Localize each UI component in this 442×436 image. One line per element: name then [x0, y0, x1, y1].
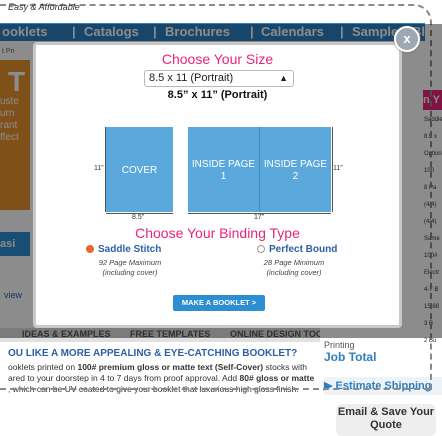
saddle-stitch-description: 92 Page Maximum (including cover) — [98, 258, 162, 277]
tagline: Easy & Affordable — [8, 2, 80, 12]
perfect-bound-option[interactable]: Perfect Bound — [257, 244, 337, 255]
estimate-shipping-button[interactable]: ▶ Estimate Shipping — [324, 377, 442, 395]
select-arrows-icon: ▲ — [279, 73, 288, 83]
saddle-stitch-option[interactable]: Saddle Stitch — [86, 244, 161, 255]
choose-size-title: Choose Your Size — [161, 51, 274, 67]
booklet-size-modal: Choose Your Size 8.5 x 11 (Portrait) ▲ 8… — [33, 42, 402, 328]
spread-width-label: 17” — [254, 214, 265, 221]
cover-page-preview: COVER — [106, 127, 173, 212]
job-total-label: Job Total — [324, 350, 377, 364]
choose-binding-title: Choose Your Binding Type — [135, 225, 300, 241]
radio-selected-icon[interactable] — [86, 245, 94, 253]
triangle-right-icon: ▶ — [324, 380, 336, 392]
radio-unselected-icon[interactable] — [257, 245, 265, 253]
email-save-quote-button[interactable]: Email & Save Your Quote — [336, 404, 436, 436]
height-label-left: 11” — [94, 165, 104, 172]
close-modal-button[interactable]: x — [394, 26, 420, 52]
cover-width-label: 8.5” — [132, 214, 145, 221]
height-label-right: 11” — [333, 165, 343, 172]
inside-page-2-preview: INSIDE PAGE 2 — [260, 127, 331, 212]
spread-fold-line — [259, 127, 260, 212]
inside-page-1-preview: INSIDE PAGE 1 — [188, 127, 259, 212]
size-heading: 8.5” x 11” (Portrait) — [167, 89, 268, 101]
size-select[interactable]: 8.5 x 11 (Portrait) ▲ — [144, 70, 294, 87]
perfect-bound-description: 28 Page Minimum (including cover) — [263, 258, 325, 277]
article-section: OU LIKE A MORE APPEALING & EYE-CATCHING … — [0, 342, 322, 394]
printing-label: Printing — [324, 340, 355, 350]
dashed-border-bottom — [0, 388, 430, 390]
article-heading: OU LIKE A MORE APPEALING & EYE-CATCHING … — [8, 348, 298, 359]
make-booklet-button[interactable]: MAKE A BOOKLET > — [173, 295, 265, 311]
article-body: ooklets printed on 100# premium gloss or… — [8, 362, 315, 394]
